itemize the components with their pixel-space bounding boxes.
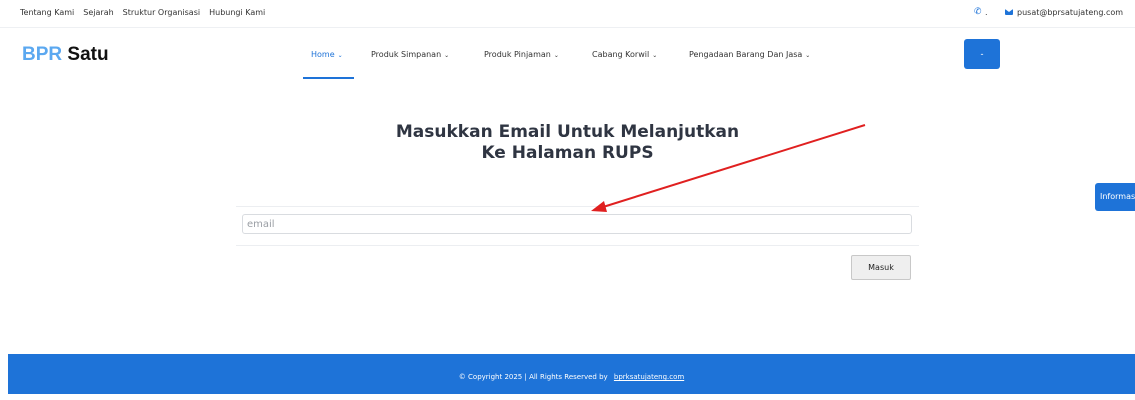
top-link-hubungi-kami[interactable]: Hubungi Kami xyxy=(209,8,265,17)
nav-item-label: Pengadaan Barang Dan Jasa xyxy=(689,50,803,59)
top-links: Tentang Kami Sejarah Struktur Organisasi… xyxy=(20,8,265,17)
top-bar: Tentang Kami Sejarah Struktur Organisasi… xyxy=(0,0,1135,28)
phone-number: . xyxy=(985,8,988,17)
nav-item-produk-simpanan[interactable]: Produk Simpanan ⌄ xyxy=(371,50,449,59)
page-title-line-2: Ke Halaman RUPS xyxy=(481,143,654,163)
footer-link[interactable]: bprksatujateng.com xyxy=(614,373,684,381)
top-link-struktur-organisasi[interactable]: Struktur Organisasi xyxy=(123,8,200,17)
chevron-down-icon: ⌄ xyxy=(805,52,811,59)
logo-part-satu: Satu xyxy=(67,44,109,65)
top-link-sejarah[interactable]: Sejarah xyxy=(83,8,113,17)
nav-item-label: Cabang Korwil xyxy=(592,50,650,59)
page-title: Masukkan Email Untuk Melanjutkan Ke Hala… xyxy=(360,122,775,164)
footer-copyright: © Copyright 2025 | All Rights Reserved b… xyxy=(458,373,608,381)
top-link-tentang-kami[interactable]: Tentang Kami xyxy=(20,8,74,17)
mail-icon xyxy=(1005,9,1013,15)
nav-item-home[interactable]: Home ⌄ xyxy=(311,50,343,59)
chevron-down-icon: ⌄ xyxy=(553,52,559,59)
form-divider-bottom xyxy=(236,245,919,246)
chevron-down-icon: ⌄ xyxy=(444,52,450,59)
informasi-side-tab[interactable]: Informas xyxy=(1095,183,1135,211)
nav-active-indicator xyxy=(303,77,354,79)
site-footer: © Copyright 2025 | All Rights Reserved b… xyxy=(8,354,1135,394)
nav-item-produk-pinjaman[interactable]: Produk Pinjaman ⌄ xyxy=(484,50,559,59)
form-divider-top xyxy=(236,206,919,207)
nav-item-cabang-korwil[interactable]: Cabang Korwil ⌄ xyxy=(592,50,657,59)
site-logo[interactable]: BPR Satu xyxy=(22,44,109,66)
nav-item-pengadaan-barang-dan-jasa[interactable]: Pengadaan Barang Dan Jasa ⌄ xyxy=(689,50,810,59)
masuk-button[interactable]: Masuk xyxy=(851,255,911,280)
logo-part-bpr: BPR xyxy=(22,44,63,65)
nav-item-label: Produk Simpanan xyxy=(371,50,442,59)
chevron-down-icon: ⌄ xyxy=(337,52,343,59)
chevron-down-icon: ⌄ xyxy=(652,52,658,59)
email-input[interactable] xyxy=(242,214,912,234)
contact-email[interactable]: pusat@bprsatujateng.com xyxy=(1017,8,1123,17)
nav-item-label: Produk Pinjaman xyxy=(484,50,551,59)
nav-menu-button[interactable]: - xyxy=(964,39,1000,69)
page-title-line-1: Masukkan Email Untuk Melanjutkan xyxy=(395,122,740,142)
phone-icon: ✆ xyxy=(974,7,982,17)
nav-item-label: Home xyxy=(311,50,335,59)
